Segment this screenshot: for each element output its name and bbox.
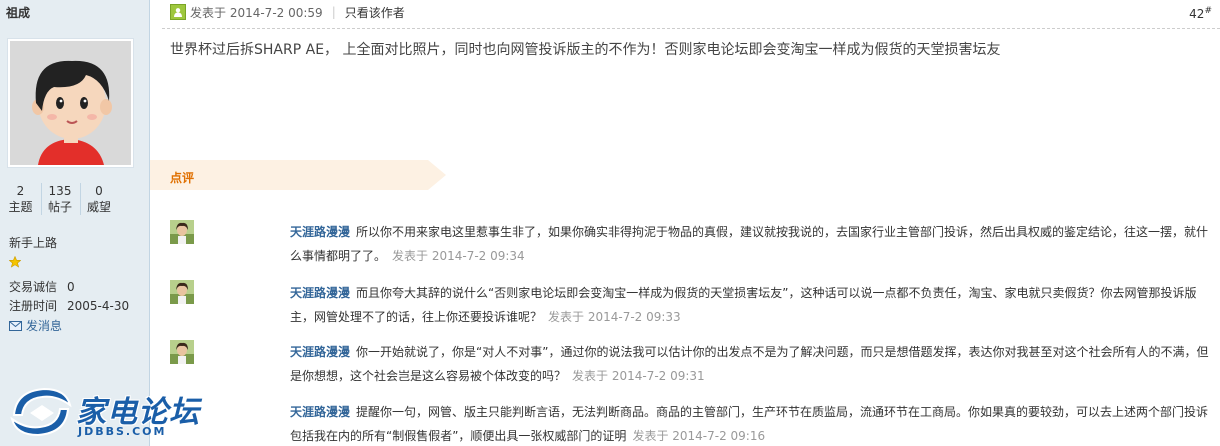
author-name[interactable]: 祖成: [6, 4, 30, 21]
post-time: 发表于 2014-7-2 00:59: [190, 5, 323, 20]
comment-body: 天涯路漫漫 所以你不用来家电这里惹事生非了，如果你确实非得拘泥于物品的真假，建议就…: [290, 220, 1215, 268]
comment-time: 发表于 2014-7-2 09:31: [572, 369, 705, 383]
stat-prestige[interactable]: 0 威望: [80, 183, 117, 215]
online-status-icon: [170, 4, 186, 20]
logo-swirl-icon: [10, 387, 72, 437]
reg-label: 注册时间: [9, 299, 58, 313]
author-sidebar: 祖成 2 主题 135 帖子 0 威望 新手上路 交易诚信 0 注册时间 200…: [0, 0, 150, 446]
stat-threads-label: 主题: [8, 200, 33, 214]
comment-body: 天涯路漫漫 而且你夸大其辞的说什么“否则家电论坛即会变淘宝一样成为假货的天堂损害坛…: [290, 281, 1215, 329]
comment-text: 你一开始就说了，你是“对人不对事”，通过你的说法我可以估计你的出发点不是为了解决…: [290, 345, 1209, 383]
stat-posts-label: 帖子: [47, 200, 72, 214]
user-rank: 新手上路: [9, 236, 58, 250]
send-message-link[interactable]: 发消息: [9, 317, 62, 334]
stat-prestige-value: 0: [95, 184, 103, 198]
stat-threads[interactable]: 2 主题: [2, 183, 39, 215]
logo-domain: JDBBS.COM: [78, 425, 167, 438]
site-logo: 家电论坛 JDBBS.COM: [8, 385, 208, 441]
comment-author[interactable]: 天涯路漫漫: [290, 405, 350, 419]
stat-posts[interactable]: 135 帖子: [41, 183, 78, 215]
comment-author[interactable]: 天涯路漫漫: [290, 225, 350, 239]
stat-prestige-label: 威望: [86, 200, 111, 214]
commenter-avatar[interactable]: [170, 340, 194, 364]
comment-time: 发表于 2014-7-2 09:33: [548, 310, 681, 324]
comment-time: 发表于 2014-7-2 09:16: [632, 429, 766, 443]
star-icon: [8, 255, 22, 271]
commenter-avatar[interactable]: [170, 280, 194, 304]
comment-body: 天涯路漫漫 你一开始就说了，你是“对人不对事”，通过你的说法我可以估计你的出发点不…: [290, 340, 1215, 388]
commenter-avatar[interactable]: [170, 220, 194, 244]
header-divider: |: [331, 5, 336, 19]
comment-time: 发表于 2014-7-2 09:34: [392, 249, 525, 263]
author-only-link[interactable]: 只看该作者: [345, 4, 405, 21]
comment-body: 天涯路漫漫 提醒你一句，网管、版主只能判断言语，无法判断商品。商品的主管部门，生产…: [290, 400, 1215, 446]
comment-section-band: [150, 160, 446, 190]
envelope-icon: [9, 320, 22, 331]
stat-posts-value: 135: [48, 184, 72, 198]
send-message-label: 发消息: [26, 319, 63, 333]
credit-label: 交易诚信: [9, 280, 58, 294]
reg-row: 注册时间 2005-4-30: [9, 297, 129, 316]
author-stats: 2 主题 135 帖子 0 威望: [0, 183, 150, 215]
floor-value: 42: [1189, 7, 1205, 21]
post-content: 世界杯过后拆SHARP AE， 上全面对比照片，同时也向网管投诉版主的不作为！否…: [170, 42, 1001, 58]
header-separator: [162, 28, 1220, 29]
credit-row: 交易诚信 0: [9, 278, 129, 297]
comment-text: 而且你夸大其辞的说什么“否则家电论坛即会变淘宝一样成为假货的天堂损害坛友”，这种…: [290, 286, 1197, 324]
author-info: 交易诚信 0 注册时间 2005-4-30: [9, 278, 129, 316]
comment-section-title: 点评: [170, 171, 195, 185]
avatar[interactable]: [7, 38, 134, 168]
comment-author[interactable]: 天涯路漫漫: [290, 286, 350, 300]
floor-mark: #: [1204, 6, 1212, 16]
post-header: 发表于 2014-7-2 00:59 | 只看该作者: [170, 2, 405, 22]
credit-value: 0: [67, 280, 75, 294]
floor-number[interactable]: 42#: [1189, 6, 1212, 21]
comment-author[interactable]: 天涯路漫漫: [290, 345, 350, 359]
reg-value: 2005-4-30: [67, 299, 130, 313]
stat-threads-value: 2: [16, 184, 25, 198]
avatar-image: [10, 41, 131, 165]
